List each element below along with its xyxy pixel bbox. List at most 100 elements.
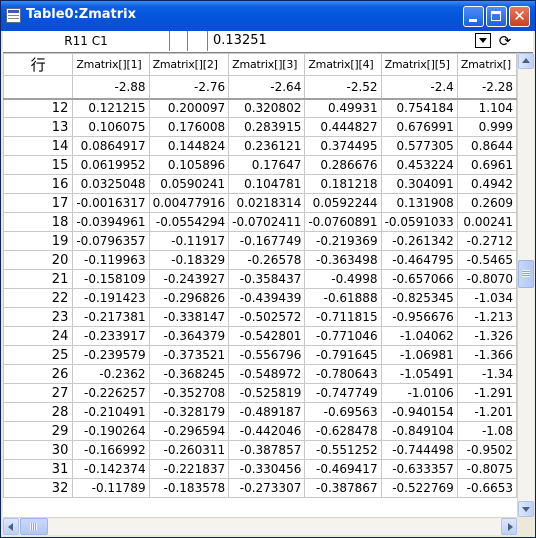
table-cell[interactable]: 0.0590241	[148, 174, 230, 194]
table-cell[interactable]: -0.0591033	[380, 212, 458, 232]
x-value-cell[interactable]: -2.76	[148, 75, 230, 100]
table-cell[interactable]: 0.8644	[456, 136, 517, 156]
table-cell[interactable]: -0.0796357	[72, 231, 150, 251]
table-cell[interactable]: -0.373521	[148, 345, 230, 365]
table-cell[interactable]: -0.0016317	[72, 193, 150, 213]
column-header[interactable]: Zmatrix[][4]	[304, 53, 382, 76]
table-cell[interactable]: 0.0619952	[72, 155, 150, 175]
table-cell[interactable]: -0.439439	[228, 288, 306, 308]
x-value-cell[interactable]: -2.52	[304, 75, 382, 100]
table-cell[interactable]: 0.0864917	[72, 136, 150, 156]
row-number[interactable]: 15	[3, 155, 74, 175]
table-cell[interactable]: -0.556796	[228, 345, 306, 365]
table-cell[interactable]: 0.00477916	[148, 193, 230, 213]
table-cell[interactable]: -0.8070	[456, 269, 517, 289]
table-cell[interactable]: -0.442046	[228, 421, 306, 441]
row-number[interactable]: 24	[3, 326, 74, 346]
vertical-scrollbar[interactable]	[517, 53, 534, 517]
row-number[interactable]: 12	[3, 98, 74, 118]
table-cell[interactable]: 0.320802	[228, 98, 306, 118]
row-number[interactable]: 26	[3, 364, 74, 384]
table-cell[interactable]: -0.387867	[304, 478, 382, 498]
column-header[interactable]: Zmatrix[][3]	[228, 53, 306, 76]
table-cell[interactable]: -0.183578	[148, 478, 230, 498]
minimize-button[interactable]	[463, 6, 484, 27]
table-cell[interactable]: 0.676991	[380, 117, 458, 137]
table-cell[interactable]: -0.217381	[72, 307, 150, 327]
table-cell[interactable]: -0.489187	[228, 402, 306, 422]
table-cell[interactable]: -0.11917	[148, 231, 230, 251]
data-grid[interactable]: 行 Zmatrix[][1] Zmatrix[][2] Zmatrix[][3]…	[3, 53, 517, 517]
table-cell[interactable]: -0.464795	[380, 250, 458, 270]
table-cell[interactable]: 0.283915	[228, 117, 306, 137]
row-number[interactable]: 30	[3, 440, 74, 460]
table-cell[interactable]: -0.328179	[148, 402, 230, 422]
row-number[interactable]: 32	[3, 478, 74, 498]
table-cell[interactable]: -0.61888	[304, 288, 382, 308]
table-cell[interactable]: -0.260311	[148, 440, 230, 460]
table-cell[interactable]: -1.04062	[380, 326, 458, 346]
table-cell[interactable]: -0.542801	[228, 326, 306, 346]
row-number[interactable]: 23	[3, 307, 74, 327]
column-header[interactable]: Zmatrix[]	[456, 53, 517, 76]
row-number[interactable]: 21	[3, 269, 74, 289]
column-header[interactable]: Zmatrix[][5]	[380, 53, 458, 76]
table-cell[interactable]: -1.366	[456, 345, 517, 365]
table-cell[interactable]: 0.0325048	[72, 174, 150, 194]
table-cell[interactable]: -0.296594	[148, 421, 230, 441]
table-cell[interactable]: -0.330456	[228, 459, 306, 479]
table-cell[interactable]: -0.0554294	[148, 212, 230, 232]
table-cell[interactable]: 0.286676	[304, 155, 382, 175]
table-cell[interactable]: 0.999	[456, 117, 517, 137]
table-cell[interactable]: -0.0702411	[228, 212, 306, 232]
table-cell[interactable]: -0.352708	[148, 383, 230, 403]
x-value-cell[interactable]: -2.64	[228, 75, 306, 100]
table-cell[interactable]: -0.6653	[456, 478, 517, 498]
table-cell[interactable]: -0.791645	[304, 345, 382, 365]
cell-reference[interactable]: R11 C1	[3, 31, 170, 51]
row-header-corner[interactable]: 行	[3, 53, 74, 76]
table-cell[interactable]: -0.363498	[304, 250, 382, 270]
table-cell[interactable]: -1.326	[456, 326, 517, 346]
table-cell[interactable]: -1.06981	[380, 345, 458, 365]
row-number[interactable]: 16	[3, 174, 74, 194]
row-number[interactable]: 27	[3, 383, 74, 403]
table-cell[interactable]: -0.226257	[72, 383, 150, 403]
table-cell[interactable]: -0.387857	[228, 440, 306, 460]
table-cell[interactable]: -0.261342	[380, 231, 458, 251]
table-cell[interactable]: -0.26578	[228, 250, 306, 270]
table-cell[interactable]: 0.104781	[228, 174, 306, 194]
table-cell[interactable]: -0.243927	[148, 269, 230, 289]
table-cell[interactable]: -0.233917	[72, 326, 150, 346]
scroll-down-button[interactable]	[518, 501, 534, 517]
table-cell[interactable]: -0.358437	[228, 269, 306, 289]
table-cell[interactable]: 0.236121	[228, 136, 306, 156]
row-number[interactable]: 19	[3, 231, 74, 251]
horizontal-scrollbar[interactable]	[3, 517, 517, 535]
scroll-right-button[interactable]	[501, 518, 517, 535]
row-number[interactable]: 31	[3, 459, 74, 479]
table-cell[interactable]: 0.577305	[380, 136, 458, 156]
table-cell[interactable]: 0.106075	[72, 117, 150, 137]
table-cell[interactable]: 0.17647	[228, 155, 306, 175]
table-cell[interactable]: -0.11789	[72, 478, 150, 498]
table-cell[interactable]: -0.18329	[148, 250, 230, 270]
table-cell[interactable]: -0.364379	[148, 326, 230, 346]
table-cell[interactable]: 0.2609	[456, 193, 517, 213]
table-cell[interactable]: 0.144824	[148, 136, 230, 156]
column-header[interactable]: Zmatrix[][1]	[72, 53, 150, 76]
table-cell[interactable]: 0.6961	[456, 155, 517, 175]
row-number[interactable]: 20	[3, 250, 74, 270]
table-cell[interactable]: -0.502572	[228, 307, 306, 327]
row-number[interactable]: 18	[3, 212, 74, 232]
table-window-icon[interactable]	[6, 8, 21, 23]
table-cell[interactable]: -0.744498	[380, 440, 458, 460]
table-cell[interactable]: -0.551252	[304, 440, 382, 460]
table-cell[interactable]: 0.181218	[304, 174, 382, 194]
table-cell[interactable]: -0.0760891	[304, 212, 382, 232]
table-cell[interactable]: -0.69563	[304, 402, 382, 422]
table-cell[interactable]: 0.49931	[304, 98, 382, 118]
table-cell[interactable]: -0.469417	[304, 459, 382, 479]
table-cell[interactable]: -0.657066	[380, 269, 458, 289]
table-cell[interactable]: -1.05491	[380, 364, 458, 384]
